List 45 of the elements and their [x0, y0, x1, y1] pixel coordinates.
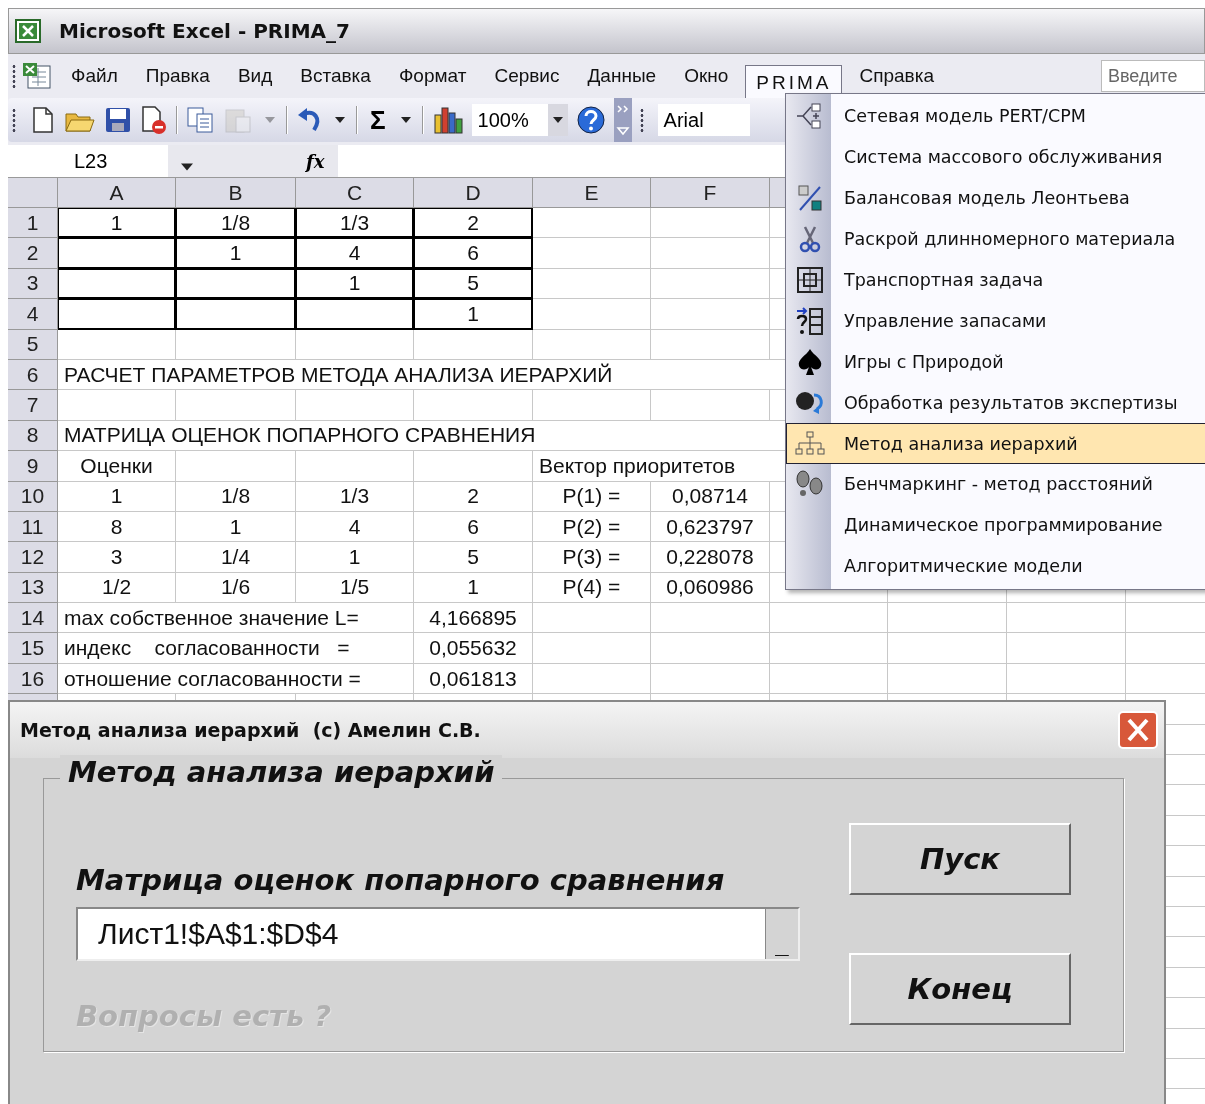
table-cell: 1/6	[176, 572, 296, 604]
table-cell: 1/2	[58, 572, 176, 604]
table-cell: 1	[58, 481, 176, 512]
table-cell: 0,060986	[651, 572, 770, 604]
table-cell: 2	[414, 208, 533, 239]
table-cell: Оценки	[58, 451, 176, 482]
table-cell: 1/5	[296, 572, 414, 604]
table-cell: 4,166895	[414, 603, 533, 634]
table-cell: индекс согласованности =	[58, 633, 414, 664]
table-cell: 1/3	[296, 208, 414, 239]
table-cell: 1	[414, 572, 533, 604]
table-cell: 0,228078	[651, 542, 770, 573]
table-cell: 1/3	[296, 481, 414, 512]
table-cell: 0,055632	[414, 633, 533, 664]
table-cell: P(2) =	[533, 511, 651, 543]
field-label: Матрица оценок попарного сравнения	[76, 863, 726, 897]
table-cell: P(3) =	[533, 542, 651, 573]
table-cell: 1/8	[176, 481, 296, 512]
table-cell: P(1) =	[533, 481, 651, 512]
dialog-title: Метод анализа иерархий (c) Амелин С.В.	[20, 719, 481, 741]
group-title: Метод анализа иерархий	[60, 755, 503, 789]
table-cell: 1	[176, 511, 296, 543]
table-cell: 5	[414, 268, 533, 300]
table-cell: 4	[296, 511, 414, 543]
table-cell: 1	[296, 268, 414, 300]
table-cell: 6	[414, 238, 533, 269]
table-cell: 0,061813	[414, 663, 533, 695]
table-cell: 1/4	[176, 542, 296, 573]
table-cell: 1	[176, 238, 296, 269]
table-cell: 3	[58, 542, 176, 573]
table-cell: 1/8	[176, 208, 296, 239]
table-cell: 1	[414, 299, 533, 330]
table-cell: 8	[58, 511, 176, 543]
table-cell: 1	[296, 542, 414, 573]
table-cell: 6	[414, 511, 533, 543]
table-cell: 0,623797	[651, 511, 770, 543]
table-cell: 0,08714	[651, 481, 770, 512]
table-cell: 5	[414, 542, 533, 573]
window-title: Microsoft Excel - PRIMA_7	[59, 19, 350, 43]
table-cell: 1	[58, 208, 176, 239]
table-cell: max собственное значение L=	[58, 603, 414, 634]
table-cell: P(4) =	[533, 572, 651, 604]
table-cell: 4	[296, 238, 414, 269]
table-cell: 2	[414, 481, 533, 512]
table-cell: отношение согласованности =	[58, 663, 414, 695]
